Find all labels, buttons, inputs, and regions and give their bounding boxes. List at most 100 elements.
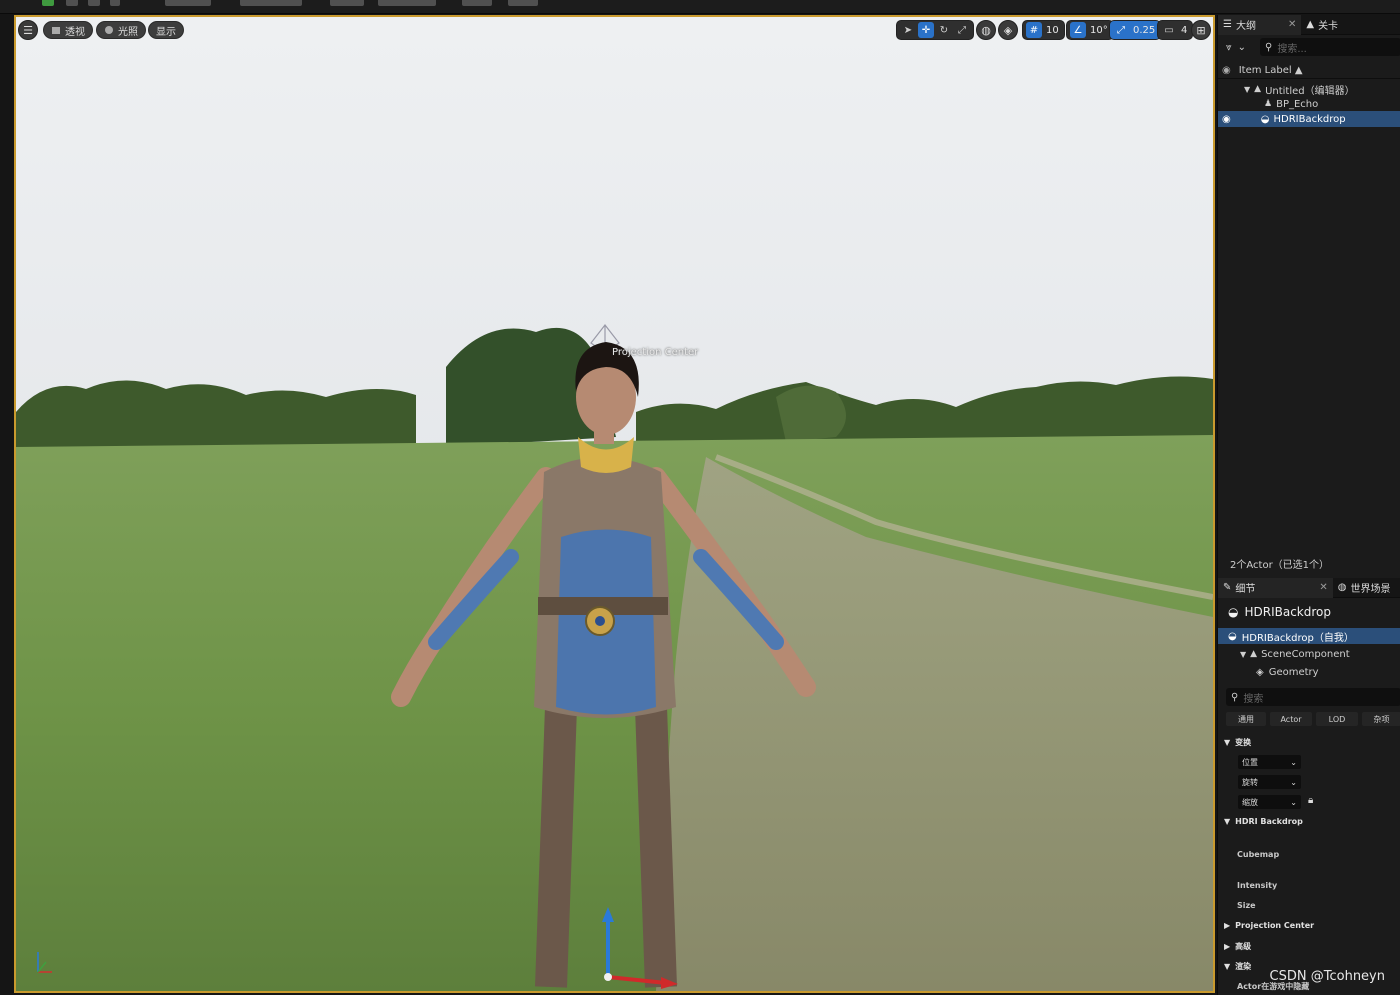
component-item-scene[interactable]: ▼ ▲ SceneComponent xyxy=(1218,646,1400,662)
lock-icon[interactable]: 🔒︎ xyxy=(1308,795,1313,806)
toolbar-stub[interactable] xyxy=(165,0,211,6)
sphere-icon xyxy=(104,25,114,35)
play-button-stub[interactable] xyxy=(42,0,54,6)
toolbar-stub[interactable] xyxy=(378,0,436,6)
perspective-button[interactable]: 透视 xyxy=(43,21,93,39)
component-label: Geometry xyxy=(1268,666,1319,678)
editor-window: ☰ 透视 光照 显示 ➤ ✛ ↻ ⤢ ◍ ◈ # 10 ∠ 10° ⤢ 0.25… xyxy=(0,0,1400,995)
toolbar-stub[interactable] xyxy=(240,0,302,6)
close-icon[interactable]: ✕ xyxy=(1319,582,1327,593)
outliner-icon: ☰ xyxy=(1223,19,1232,30)
details-search-input[interactable]: ⚲ 搜索 xyxy=(1226,688,1400,706)
scale-mode-button[interactable]: ⤢ xyxy=(954,22,970,38)
scale-dropdown[interactable]: 缩放 ⌄ xyxy=(1238,795,1301,809)
close-icon[interactable]: ✕ xyxy=(1288,19,1296,30)
outliner-item-bp-echo[interactable]: ♟ BP_Echo xyxy=(1218,96,1400,112)
filter-icon[interactable]: ⩔ xyxy=(1226,42,1232,53)
toolbar-stub[interactable] xyxy=(330,0,364,6)
section-advanced-label: 高级 xyxy=(1235,942,1252,951)
outliner-header[interactable]: ◉ Item Label ▲ xyxy=(1218,63,1400,79)
tab-details[interactable]: ✎ 细节 ✕ xyxy=(1218,577,1333,598)
world-settings-tab-label: 世界场景 xyxy=(1350,584,1391,595)
section-rendering[interactable]: ▼ 渲染 xyxy=(1224,961,1251,972)
tab-levels[interactable]: ▲ 关卡 xyxy=(1301,15,1343,35)
world-local-toggle[interactable]: ◍ xyxy=(976,20,996,40)
section-transform[interactable]: ▼ 变换 xyxy=(1224,737,1251,748)
expand-arrow-icon: ▶ xyxy=(1224,921,1231,930)
component-item-geometry[interactable]: ◈ Geometry xyxy=(1218,664,1400,680)
outliner-item-untitled[interactable]: ▼ ▲ Untitled（编辑器） xyxy=(1218,81,1400,97)
outliner-search-input[interactable]: ⚲ 搜索... xyxy=(1260,38,1400,56)
toolbar-stub[interactable] xyxy=(462,0,492,6)
toolbar-stub[interactable] xyxy=(508,0,538,6)
details-filter-tabs: 通用 Actor LOD 杂项 xyxy=(1218,712,1400,726)
details-tabbar: ✎ 细节 ✕ ◍ 世界场景 xyxy=(1218,577,1400,598)
level-viewport[interactable]: ☰ 透视 光照 显示 ➤ ✛ ↻ ⤢ ◍ ◈ # 10 ∠ 10° ⤢ 0.25… xyxy=(14,15,1215,993)
search-icon: ⚲ xyxy=(1265,41,1273,53)
select-mode-button[interactable]: ➤ xyxy=(900,22,916,38)
tab-outliner[interactable]: ☰ 大纲 ✕ xyxy=(1218,14,1302,35)
translate-mode-button[interactable]: ✛ xyxy=(918,22,934,38)
rotate-mode-button[interactable]: ↻ xyxy=(936,22,952,38)
scale-snap-group[interactable]: ⤢ 0.25 xyxy=(1109,20,1162,40)
actor-count-text: 2个Actor（已选1个） xyxy=(1230,559,1330,571)
expand-arrow-icon: ▼ xyxy=(1224,738,1231,747)
toolbar-stub[interactable] xyxy=(88,0,100,6)
section-hdri-label: HDRI Backdrop xyxy=(1235,817,1303,826)
show-label: 显示 xyxy=(156,26,176,38)
rotation-snap-value[interactable]: 10° xyxy=(1088,25,1110,36)
expand-arrow-icon[interactable]: ▼ xyxy=(1244,85,1250,94)
viewport-menu-button[interactable]: ☰ xyxy=(18,20,38,40)
component-item-root[interactable]: ◒ HDRIBackdrop（自我） xyxy=(1218,628,1400,644)
pencil-icon: ✎ xyxy=(1223,582,1232,593)
toolbar-stub[interactable] xyxy=(66,0,78,6)
section-rendering-label: 渲染 xyxy=(1235,962,1252,971)
layout-icon: ⊞ xyxy=(1196,23,1206,37)
surface-snap-button[interactable]: ◈ xyxy=(998,20,1018,40)
filter-tab-misc[interactable]: 杂项 xyxy=(1362,712,1400,726)
section-advanced[interactable]: ▶ 高级 xyxy=(1224,941,1251,952)
eye-icon[interactable]: ◉ xyxy=(1222,114,1231,125)
scale-snap-value[interactable]: 0.25 xyxy=(1131,25,1157,36)
camera-speed-value[interactable]: 4 xyxy=(1179,25,1189,36)
viewport-layout-button[interactable]: ⊞ xyxy=(1191,20,1211,40)
location-dropdown[interactable]: 位置 ⌄ xyxy=(1238,755,1301,769)
menu-icon: ☰ xyxy=(23,23,33,37)
component-label: SceneComponent xyxy=(1261,648,1350,660)
eye-icon[interactable]: ◉ xyxy=(1222,65,1231,76)
grid-snap-icon: # xyxy=(1026,22,1042,38)
item-label-header[interactable]: Item Label ▲ xyxy=(1239,65,1303,76)
expand-arrow-icon[interactable]: ▼ xyxy=(1240,650,1246,659)
section-projection-center[interactable]: ▶ Projection Center xyxy=(1224,921,1314,930)
show-button[interactable]: 显示 xyxy=(148,21,184,39)
lighting-label: 光照 xyxy=(118,26,138,38)
grid-snap-group[interactable]: # 10 xyxy=(1022,20,1065,40)
perspective-label: 透视 xyxy=(65,26,85,38)
outliner-search-placeholder: 搜索... xyxy=(1277,43,1307,55)
globe-icon: ◍ xyxy=(1337,582,1347,593)
grid-snap-value[interactable]: 10 xyxy=(1044,25,1061,36)
component-label: HDRIBackdrop（自我） xyxy=(1241,632,1354,644)
lighting-button[interactable]: 光照 xyxy=(96,21,146,39)
section-hdri-backdrop[interactable]: ▼ HDRI Backdrop xyxy=(1224,817,1303,826)
camera-speed-group[interactable]: ▭ 4 xyxy=(1157,20,1194,40)
snap-icon: ◈ xyxy=(1003,23,1013,37)
details-search-placeholder: 搜索 xyxy=(1243,693,1264,705)
right-panel: ☰ 大纲 ✕ ▲ 关卡 ⩔ ⌄ ⚲ 搜索... ◉ Item Label ▲ ▼… xyxy=(1217,14,1400,995)
chevron-down-icon[interactable]: ⌄ xyxy=(1238,42,1246,53)
actor-icon: ◒ xyxy=(1228,605,1239,619)
property-cubemap: Cubemap xyxy=(1237,850,1280,859)
levels-tab-label: 关卡 xyxy=(1318,21,1339,32)
actor-name: HDRIBackdrop xyxy=(1244,605,1332,619)
filter-tab-actor[interactable]: Actor xyxy=(1270,712,1312,726)
scene-component-icon: ▲ xyxy=(1250,649,1258,659)
outliner-item-hdribackdrop[interactable]: ◉ ◒ HDRIBackdrop xyxy=(1218,111,1400,127)
outliner-item-label: BP_Echo xyxy=(1276,98,1319,110)
tab-world-settings[interactable]: ◍ 世界场景 xyxy=(1333,578,1396,598)
rotation-dropdown[interactable]: 旋转 ⌄ xyxy=(1238,775,1301,789)
filter-tab-lod[interactable]: LOD xyxy=(1316,712,1358,726)
filter-tab-general[interactable]: 通用 xyxy=(1226,712,1266,726)
toolbar-stub[interactable] xyxy=(110,0,120,6)
actor-icon: ◒ xyxy=(1260,113,1270,125)
rotation-snap-group[interactable]: ∠ 10° xyxy=(1066,20,1114,40)
